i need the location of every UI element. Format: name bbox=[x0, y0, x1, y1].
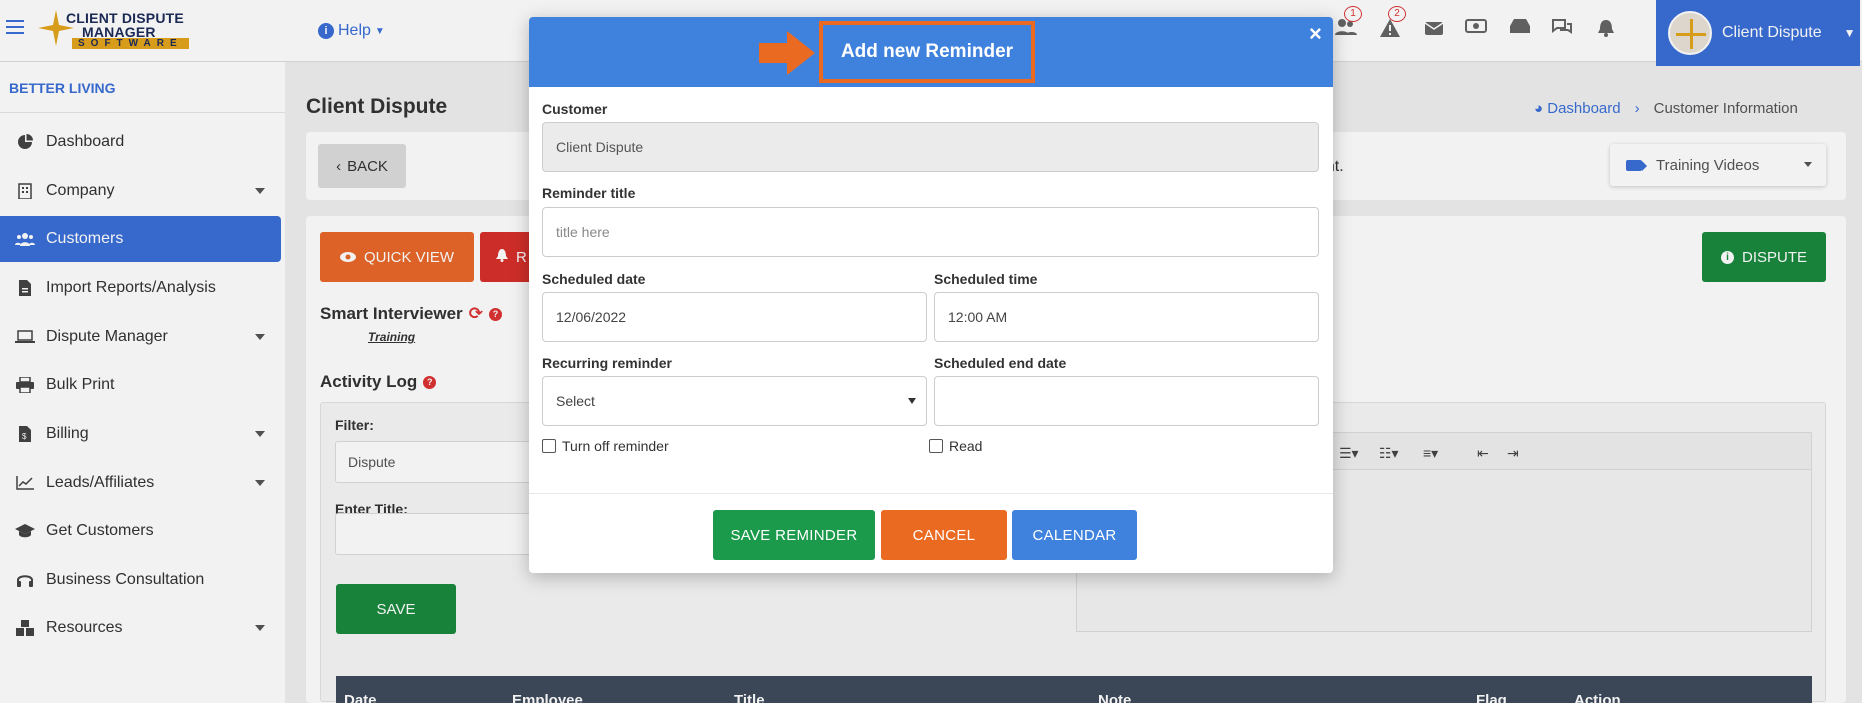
scheduled-time-input[interactable]: 12:00 AM bbox=[934, 292, 1319, 342]
read-label: Read bbox=[949, 438, 983, 454]
cancel-button[interactable]: CANCEL bbox=[881, 510, 1007, 560]
modal-header: Add new Reminder × bbox=[529, 17, 1333, 87]
scheduled-date-label: Scheduled date bbox=[542, 271, 646, 287]
read-checkbox[interactable]: Read bbox=[929, 438, 982, 454]
chevron-down-icon bbox=[908, 398, 916, 404]
reminder-title-label: Reminder title bbox=[542, 185, 636, 201]
recurring-reminder-label: Recurring reminder bbox=[542, 355, 672, 371]
checkbox-box[interactable] bbox=[542, 439, 556, 453]
reminder-title-input[interactable]: title here bbox=[542, 207, 1319, 257]
modal-footer-divider bbox=[529, 493, 1333, 494]
recurring-reminder-select[interactable]: Select bbox=[542, 376, 927, 426]
checkbox-box[interactable] bbox=[929, 439, 943, 453]
turn-off-reminder-label: Turn off reminder bbox=[562, 438, 669, 454]
scheduled-end-date-input[interactable] bbox=[934, 376, 1319, 426]
scheduled-end-date-label: Scheduled end date bbox=[934, 355, 1067, 371]
arrow-right-icon bbox=[759, 31, 815, 75]
calendar-button[interactable]: CALENDAR bbox=[1012, 510, 1137, 560]
scheduled-date-input[interactable]: 12/06/2022 bbox=[542, 292, 927, 342]
turn-off-reminder-checkbox[interactable]: Turn off reminder bbox=[542, 438, 669, 454]
add-reminder-modal: Add new Reminder × Customer Client Dispu… bbox=[529, 17, 1333, 573]
recurring-reminder-value: Select bbox=[556, 393, 595, 409]
customer-field: Client Dispute bbox=[542, 122, 1319, 172]
scheduled-time-label: Scheduled time bbox=[934, 271, 1038, 287]
customer-label: Customer bbox=[542, 101, 608, 117]
modal-title: Add new Reminder bbox=[819, 21, 1035, 83]
close-icon[interactable]: × bbox=[1309, 21, 1322, 47]
save-reminder-button[interactable]: SAVE REMINDER bbox=[713, 510, 875, 560]
